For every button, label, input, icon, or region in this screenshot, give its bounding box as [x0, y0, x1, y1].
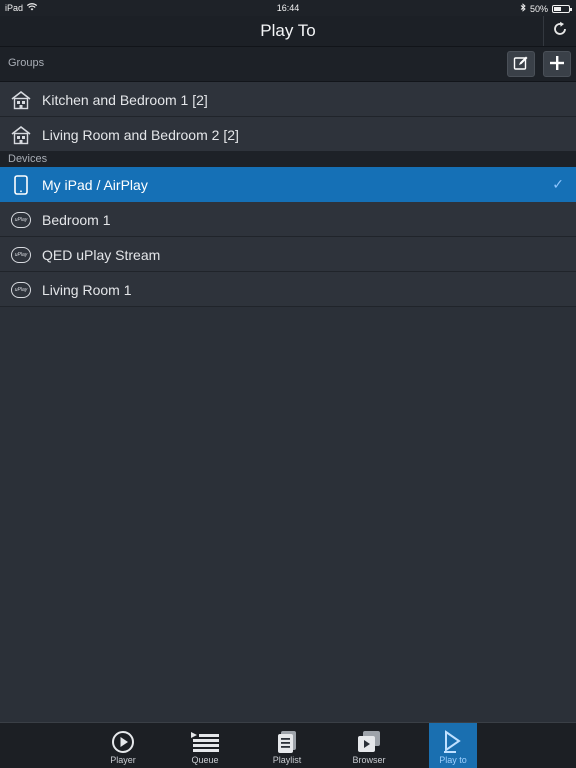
device-row-selected[interactable]: My iPad / AirPlay ✓	[0, 167, 576, 202]
clock: 16:44	[276, 3, 300, 13]
uplay-device-icon: uPlay	[10, 279, 32, 301]
device-row[interactable]: uPlay Living Room 1	[0, 272, 576, 307]
house-icon	[10, 124, 32, 146]
plus-icon	[549, 55, 565, 74]
device-label: Living Room 1	[42, 282, 132, 298]
device-label: My iPad / AirPlay	[42, 177, 148, 193]
house-icon	[10, 89, 32, 111]
tab-label: Play to	[439, 755, 467, 765]
nav-bar: Play To	[0, 16, 576, 47]
uplay-device-icon: uPlay	[10, 244, 32, 266]
battery-icon	[552, 4, 572, 13]
tab-label: Queue	[191, 755, 219, 765]
refresh-icon	[552, 21, 568, 42]
queue-list-icon	[181, 729, 229, 755]
tab-bar: Player Queue Playlist Browser Play to	[0, 722, 576, 768]
device-label: Bedroom 1	[42, 212, 111, 228]
play-to-icon	[429, 729, 477, 755]
edit-icon	[513, 55, 529, 74]
tab-player[interactable]: Player	[99, 723, 147, 768]
bluetooth-icon	[520, 3, 526, 14]
battery-percent: 50%	[529, 3, 548, 14]
device-label: QED uPlay Stream	[42, 247, 161, 263]
tab-browser[interactable]: Browser	[345, 723, 393, 768]
ipad-icon	[10, 174, 32, 196]
add-group-button[interactable]	[543, 51, 571, 77]
group-label: Kitchen and Bedroom 1 [2]	[42, 92, 208, 108]
device-row[interactable]: uPlay QED uPlay Stream	[0, 237, 576, 272]
devices-header: Devices	[0, 151, 576, 167]
group-row[interactable]: Kitchen and Bedroom 1 [2]	[0, 82, 576, 117]
tab-play-to[interactable]: Play to	[429, 723, 477, 768]
checkmark-icon: ✓	[552, 176, 564, 192]
uplay-device-icon: uPlay	[10, 209, 32, 231]
status-bar: iPad 16:44 50%	[0, 0, 576, 16]
devices-title: Devices	[8, 153, 48, 165]
edit-groups-button[interactable]	[507, 51, 535, 77]
groups-header: Groups	[0, 47, 576, 82]
tab-label: Browser	[352, 755, 386, 765]
tab-label: Playlist	[272, 755, 302, 765]
tab-label: Player	[110, 755, 136, 765]
page-title: Play To	[260, 21, 316, 40]
tab-queue[interactable]: Queue	[181, 723, 229, 768]
group-label: Living Room and Bedroom 2 [2]	[42, 127, 239, 143]
groups-title: Groups	[8, 57, 45, 69]
refresh-button[interactable]	[543, 16, 576, 46]
tab-playlist[interactable]: Playlist	[263, 723, 311, 768]
group-row[interactable]: Living Room and Bedroom 2 [2]	[0, 117, 576, 152]
browser-icon	[345, 729, 393, 755]
playlist-icon	[263, 729, 311, 755]
play-circle-icon	[99, 729, 147, 755]
device-row[interactable]: uPlay Bedroom 1	[0, 202, 576, 237]
